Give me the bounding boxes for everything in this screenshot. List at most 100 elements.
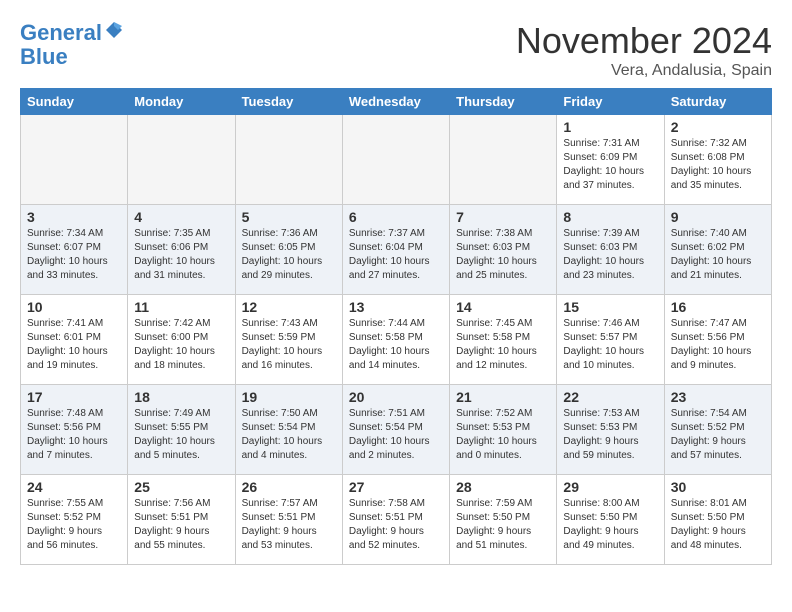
calendar-day: 21 Sunrise: 7:52 AMSunset: 5:53 PMDayligh… [450, 385, 557, 475]
day-info: Sunrise: 7:52 AMSunset: 5:53 PMDaylight:… [456, 407, 550, 463]
day-number: 2 [671, 119, 765, 135]
day-number: 21 [456, 389, 550, 405]
day-info: Sunrise: 7:44 AMSunset: 5:58 PMDaylight:… [349, 317, 443, 373]
calendar-day: 20 Sunrise: 7:51 AMSunset: 5:54 PMDayligh… [342, 385, 449, 475]
day-info: Sunrise: 7:48 AMSunset: 5:56 PMDaylight:… [27, 407, 121, 463]
day-number: 26 [242, 479, 336, 495]
page-header: General Blue November 2024 Vera, Andalus… [20, 20, 772, 80]
month-title: November 2024 [516, 20, 772, 62]
weekday-header-friday: Friday [557, 89, 664, 115]
calendar-day [128, 115, 235, 205]
day-number: 3 [27, 209, 121, 225]
calendar-day: 4 Sunrise: 7:35 AMSunset: 6:06 PMDaylight… [128, 205, 235, 295]
day-info: Sunrise: 7:58 AMSunset: 5:51 PMDaylight:… [349, 497, 443, 553]
day-number: 30 [671, 479, 765, 495]
weekday-header-wednesday: Wednesday [342, 89, 449, 115]
calendar-day: 13 Sunrise: 7:44 AMSunset: 5:58 PMDayligh… [342, 295, 449, 385]
day-info: Sunrise: 7:41 AMSunset: 6:01 PMDaylight:… [27, 317, 121, 373]
calendar-day: 3 Sunrise: 7:34 AMSunset: 6:07 PMDaylight… [21, 205, 128, 295]
calendar-week-row: 3 Sunrise: 7:34 AMSunset: 6:07 PMDaylight… [21, 205, 772, 295]
day-number: 18 [134, 389, 228, 405]
calendar-day [235, 115, 342, 205]
calendar-week-row: 17 Sunrise: 7:48 AMSunset: 5:56 PMDayligh… [21, 385, 772, 475]
calendar-day: 11 Sunrise: 7:42 AMSunset: 6:00 PMDayligh… [128, 295, 235, 385]
day-info: Sunrise: 7:36 AMSunset: 6:05 PMDaylight:… [242, 227, 336, 283]
weekday-header-tuesday: Tuesday [235, 89, 342, 115]
calendar-day: 9 Sunrise: 7:40 AMSunset: 6:02 PMDaylight… [664, 205, 771, 295]
day-number: 24 [27, 479, 121, 495]
day-number: 8 [563, 209, 657, 225]
calendar-day: 17 Sunrise: 7:48 AMSunset: 5:56 PMDayligh… [21, 385, 128, 475]
calendar-day: 19 Sunrise: 7:50 AMSunset: 5:54 PMDayligh… [235, 385, 342, 475]
day-number: 15 [563, 299, 657, 315]
calendar-day: 28Sunrise: 7:59 AMSunset: 5:50 PMDayligh… [450, 475, 557, 565]
day-info: Sunrise: 7:39 AMSunset: 6:03 PMDaylight:… [563, 227, 657, 283]
day-number: 23 [671, 389, 765, 405]
day-info: Sunrise: 7:49 AMSunset: 5:55 PMDaylight:… [134, 407, 228, 463]
day-info: Sunrise: 7:38 AMSunset: 6:03 PMDaylight:… [456, 227, 550, 283]
day-info: Sunrise: 7:51 AMSunset: 5:54 PMDaylight:… [349, 407, 443, 463]
day-info: Sunrise: 7:35 AMSunset: 6:06 PMDaylight:… [134, 227, 228, 283]
location: Vera, Andalusia, Spain [516, 62, 772, 80]
day-info: Sunrise: 7:54 AMSunset: 5:52 PMDaylight:… [671, 407, 765, 463]
day-number: 29 [563, 479, 657, 495]
day-number: 5 [242, 209, 336, 225]
day-number: 9 [671, 209, 765, 225]
weekday-header-thursday: Thursday [450, 89, 557, 115]
day-number: 4 [134, 209, 228, 225]
day-info: Sunrise: 7:42 AMSunset: 6:00 PMDaylight:… [134, 317, 228, 373]
calendar-day: 16 Sunrise: 7:47 AMSunset: 5:56 PMDayligh… [664, 295, 771, 385]
day-number: 12 [242, 299, 336, 315]
calendar-day: 15 Sunrise: 7:46 AMSunset: 5:57 PMDayligh… [557, 295, 664, 385]
calendar-day: 1Sunrise: 7:31 AMSunset: 6:09 PMDaylight… [557, 115, 664, 205]
day-number: 16 [671, 299, 765, 315]
calendar-day: 18 Sunrise: 7:49 AMSunset: 5:55 PMDayligh… [128, 385, 235, 475]
weekday-header-sunday: Sunday [21, 89, 128, 115]
calendar-day [450, 115, 557, 205]
day-info: Sunrise: 7:47 AMSunset: 5:56 PMDaylight:… [671, 317, 765, 373]
day-number: 13 [349, 299, 443, 315]
weekday-header-row: SundayMondayTuesdayWednesdayThursdayFrid… [21, 89, 772, 115]
day-info: Sunrise: 7:34 AMSunset: 6:07 PMDaylight:… [27, 227, 121, 283]
day-number: 19 [242, 389, 336, 405]
calendar-day: 2 Sunrise: 7:32 AMSunset: 6:08 PMDaylight… [664, 115, 771, 205]
day-number: 20 [349, 389, 443, 405]
calendar-week-row: 1Sunrise: 7:31 AMSunset: 6:09 PMDaylight… [21, 115, 772, 205]
day-info: Sunrise: 7:56 AMSunset: 5:51 PMDaylight:… [134, 497, 228, 553]
calendar-day: 10Sunrise: 7:41 AMSunset: 6:01 PMDayligh… [21, 295, 128, 385]
calendar-day: 25 Sunrise: 7:56 AMSunset: 5:51 PMDayligh… [128, 475, 235, 565]
calendar-day: 5 Sunrise: 7:36 AMSunset: 6:05 PMDaylight… [235, 205, 342, 295]
day-info: Sunrise: 8:01 AMSunset: 5:50 PMDaylight:… [671, 497, 765, 553]
logo: General Blue [20, 20, 124, 69]
day-info: Sunrise: 7:32 AMSunset: 6:08 PMDaylight:… [671, 137, 765, 193]
logo-blue-text: Blue [20, 45, 124, 69]
calendar-day: 26Sunrise: 7:57 AMSunset: 5:51 PMDayligh… [235, 475, 342, 565]
calendar-day: 23 Sunrise: 7:54 AMSunset: 5:52 PMDayligh… [664, 385, 771, 475]
day-number: 22 [563, 389, 657, 405]
day-info: Sunrise: 7:59 AMSunset: 5:50 PMDaylight:… [456, 497, 550, 553]
day-number: 11 [134, 299, 228, 315]
calendar-day: 27 Sunrise: 7:58 AMSunset: 5:51 PMDayligh… [342, 475, 449, 565]
day-info: Sunrise: 7:45 AMSunset: 5:58 PMDaylight:… [456, 317, 550, 373]
day-number: 17 [27, 389, 121, 405]
day-number: 14 [456, 299, 550, 315]
day-info: Sunrise: 7:40 AMSunset: 6:02 PMDaylight:… [671, 227, 765, 283]
logo-icon [104, 20, 124, 40]
calendar-day [342, 115, 449, 205]
calendar-table: SundayMondayTuesdayWednesdayThursdayFrid… [20, 88, 772, 565]
day-number: 27 [349, 479, 443, 495]
day-info: Sunrise: 7:46 AMSunset: 5:57 PMDaylight:… [563, 317, 657, 373]
title-block: November 2024 Vera, Andalusia, Spain [516, 20, 772, 80]
day-info: Sunrise: 7:37 AMSunset: 6:04 PMDaylight:… [349, 227, 443, 283]
calendar-day: 6 Sunrise: 7:37 AMSunset: 6:04 PMDaylight… [342, 205, 449, 295]
day-info: Sunrise: 7:50 AMSunset: 5:54 PMDaylight:… [242, 407, 336, 463]
day-info: Sunrise: 7:53 AMSunset: 5:53 PMDaylight:… [563, 407, 657, 463]
calendar-day: 22 Sunrise: 7:53 AMSunset: 5:53 PMDayligh… [557, 385, 664, 475]
calendar-day: 14 Sunrise: 7:45 AMSunset: 5:58 PMDayligh… [450, 295, 557, 385]
calendar-day [21, 115, 128, 205]
day-number: 7 [456, 209, 550, 225]
day-number: 6 [349, 209, 443, 225]
calendar-day: 30 Sunrise: 8:01 AMSunset: 5:50 PMDayligh… [664, 475, 771, 565]
day-number: 25 [134, 479, 228, 495]
day-info: Sunrise: 7:55 AMSunset: 5:52 PMDaylight:… [27, 497, 121, 553]
